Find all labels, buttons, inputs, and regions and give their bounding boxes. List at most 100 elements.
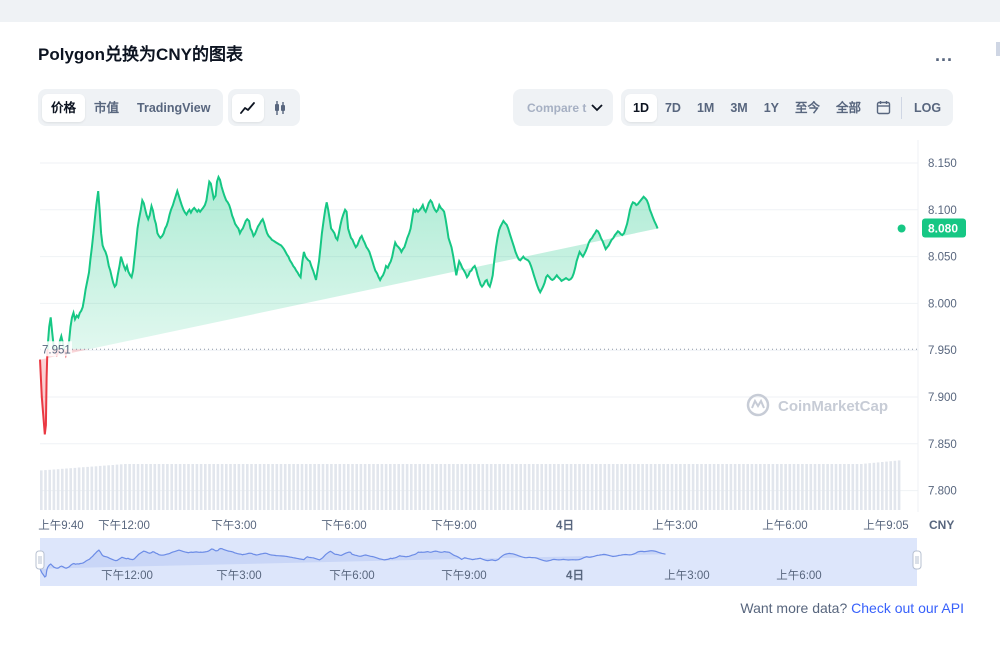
volume-bar [325,464,329,510]
volume-bar [515,464,518,510]
volume-bar [334,464,337,510]
volume-bar [225,464,228,510]
volume-bar [683,464,686,510]
api-link[interactable]: Check out our API [851,600,964,616]
volume-bar [90,466,94,510]
volume-bar [519,464,522,510]
volume-bar [767,464,770,510]
volume-bar [754,464,758,510]
baseline-label: 7.951 [42,344,71,356]
volume-bar [321,464,325,510]
volume-bar [61,468,64,510]
y-tick-label: 7.950 [928,345,957,357]
volume-bar [860,464,863,510]
volume-bar [481,464,485,510]
volume-bar [595,464,598,510]
volume-bar [763,464,766,510]
volume-bar [435,464,438,510]
watermark-text: CoinMarketCap [778,398,888,415]
volume-bar [843,464,846,510]
volume-bar [363,464,367,510]
volume-bar [658,464,661,510]
volume-bar [662,464,665,510]
volume-bar [620,464,623,510]
navigator-tick-label: 4日 [566,569,584,582]
volume-bar [489,464,493,510]
volume-bar [822,464,825,510]
volume-bar [296,464,300,510]
volume-bar [611,464,615,510]
volume-bar [729,464,733,510]
volume-bar [56,469,60,510]
volume-bar [632,464,636,510]
volume-bar [191,464,194,510]
navigator-tick-label: 下午12:00 [101,569,153,582]
volume-bar [288,464,291,510]
volume-bar [447,464,451,510]
volume-bar [872,462,876,510]
volume-bar [132,464,136,510]
volume-bar [473,464,476,510]
volume-bar [384,464,388,510]
volume-bar [708,464,712,510]
navigator[interactable]: 下午12:00 下午3:00 下午6:00 下午9:00 4日 上午3:00 上午6:00 [35,538,922,586]
volume-bar [48,469,51,510]
volume-bar [246,464,249,510]
navigator-handle[interactable] [35,550,45,570]
navigator-handle-left[interactable] [35,550,45,570]
volume-bar [283,464,287,510]
volume-bar [98,465,102,510]
volume-bar [359,464,363,510]
volume-bar [405,464,409,510]
volume-bar [759,464,762,510]
volume-bar [161,464,165,510]
coinmarketcap-watermark: CoinMarketCap [746,393,888,417]
current-price-label: 8.080 [928,222,958,236]
volume-bar [876,462,880,510]
volume-bar [553,464,556,510]
volume-bar [183,464,186,510]
volume-bar [254,464,257,510]
y-axis: 8.150 8.100 8.050 8.000 7.950 7.900 7.850 7.800 [928,158,957,498]
volume-bar [893,460,897,510]
volume-bar [641,464,644,510]
volume-bar [510,464,514,510]
volume-bar [700,464,703,510]
volume-bar [565,464,569,510]
volume-bar [115,464,119,510]
volume-bar [157,464,161,510]
volume-bar [170,464,173,510]
volume-bar [725,464,728,510]
footer-api: Want more data? Check out our API [740,600,964,616]
volume-bar [136,464,140,510]
volume-bar [393,464,396,510]
volume-bar [368,464,371,510]
volume-bar [485,464,489,510]
volume-bar [313,464,316,510]
volume-bar [212,464,215,510]
navigator-handle[interactable] [912,550,922,570]
volume-bar [401,464,405,510]
volume-bar [536,464,539,510]
volume-bar [69,468,72,510]
volume-bar [784,464,787,510]
x-tick-label: 下午3:00 [211,519,256,532]
volume-bar [65,468,68,510]
x-tick-label: 上午6:00 [762,519,807,532]
volume-bar [670,464,674,510]
volume-bar [855,464,859,510]
volume-bar [691,464,695,510]
volume-bar [649,464,653,510]
volume-bar [397,464,400,510]
volume-bar [410,464,413,510]
volume-bar [389,464,392,510]
navigator-handle-right[interactable] [912,550,922,570]
volume-bar [149,464,152,510]
volume-bar [817,464,821,510]
volume-bar [166,464,169,510]
volume-bar [607,464,611,510]
volume-bar [40,470,43,510]
volume-bar [881,462,884,510]
volume-bar [738,464,741,510]
y-tick-label: 8.050 [928,252,957,264]
